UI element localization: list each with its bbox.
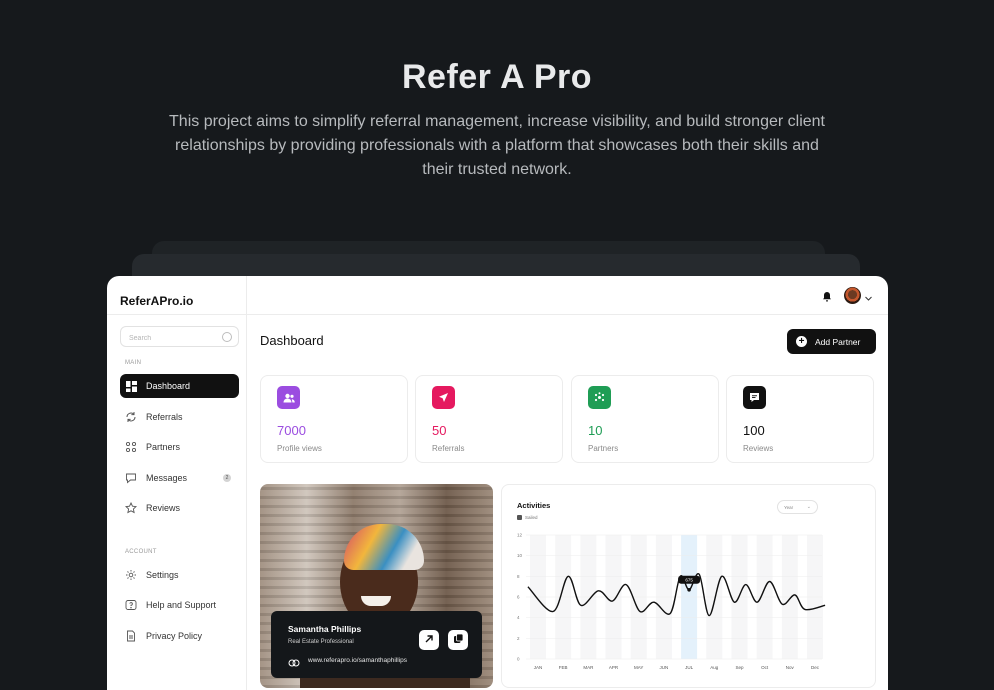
sidebar-item-label: Partners <box>146 442 181 452</box>
sidebar-item-partners[interactable]: Partners <box>120 435 239 459</box>
network-icon <box>588 386 611 409</box>
copy-icon <box>453 631 464 649</box>
y-tick-label: 10 <box>517 553 523 558</box>
x-tick-label: JAN <box>534 665 543 670</box>
chevron-down-icon[interactable] <box>864 290 873 308</box>
sidebar-item-label: Settings <box>146 570 179 580</box>
x-tick-label: FEB <box>559 665 568 670</box>
sidebar-item-help[interactable]: Help and Support <box>120 593 239 617</box>
profile-role: Real Estate Professional <box>288 639 354 645</box>
search-icon[interactable] <box>222 332 232 342</box>
profile-name: Samantha Phillips <box>288 624 362 634</box>
stat-card-partners[interactable]: 10 Partners <box>571 375 719 463</box>
sidebar-item-label: Referrals <box>146 412 183 422</box>
sidebar-item-label: Messages <box>146 473 188 483</box>
stat-value: 7000 <box>277 423 306 438</box>
sidebar-item-dashboard[interactable]: Dashboard <box>120 374 239 398</box>
star-icon <box>124 501 138 515</box>
activities-chart-card: Activities Sailed Year ⌄ 0 2 4 6 8 10 12 JAN FEB… <box>501 484 876 688</box>
sidebar-item-referrals[interactable]: Referrals <box>120 405 239 429</box>
x-tick-label: MAR <box>583 665 594 670</box>
y-tick-label: 4 <box>517 615 520 620</box>
add-partner-button[interactable]: + Add Partner <box>787 329 876 354</box>
stat-label: Partners <box>588 444 619 453</box>
hero-description: This project aims to simplify referral m… <box>169 113 825 178</box>
sidebar-item-label: Reviews <box>146 503 181 513</box>
x-tick-label: Aug <box>710 665 719 670</box>
stat-label: Referrals <box>432 444 465 453</box>
message-icon <box>743 386 766 409</box>
sidebar-item-settings[interactable]: Settings <box>120 563 239 587</box>
arrow-up-right-icon <box>424 631 434 649</box>
link-icon <box>288 655 300 667</box>
copy-link-button[interactable] <box>448 630 468 650</box>
brand-logo[interactable]: ReferAPro.io <box>120 294 193 308</box>
unread-badge: 2 <box>223 474 231 482</box>
bell-icon[interactable] <box>822 289 832 307</box>
stat-card-referrals[interactable]: 50 Referrals <box>415 375 563 463</box>
chat-icon <box>124 471 138 485</box>
sidebar-item-messages[interactable]: Messages 2 <box>120 466 239 490</box>
add-partner-label: Add Partner <box>815 336 861 347</box>
sidebar-item-label: Dashboard <box>146 381 191 391</box>
x-tick-label: Sep <box>735 665 744 670</box>
y-tick-label: 12 <box>517 533 523 538</box>
x-tick-label: JUL <box>685 665 693 670</box>
open-profile-button[interactable] <box>419 630 439 650</box>
sidebar-item-label: Help and Support <box>146 600 217 610</box>
stat-value: 50 <box>432 423 447 438</box>
sidebar-item-privacy[interactable]: Privacy Policy <box>120 624 239 648</box>
search-box <box>120 326 239 348</box>
stat-value: 10 <box>588 423 603 438</box>
x-tick-label: APR <box>609 665 619 670</box>
x-tick-label: Dec <box>811 665 820 670</box>
stat-card-reviews[interactable]: 100 Reviews <box>726 375 874 463</box>
x-tick-label: MAY <box>634 665 643 670</box>
sidebar-item-reviews[interactable]: Reviews <box>120 496 239 520</box>
x-tick-label: JUN <box>660 665 669 670</box>
highlight-point <box>687 587 691 592</box>
refresh-icon <box>124 410 138 424</box>
document-icon <box>124 629 138 643</box>
app-window: ReferAPro.io MAIN Dashboard Referrals Pa… <box>107 276 888 690</box>
stat-value: 100 <box>743 423 765 438</box>
tooltip-label: 675 <box>685 577 693 582</box>
plus-icon: + <box>796 336 807 347</box>
partners-icon <box>124 440 138 454</box>
stat-label: Profile views <box>277 444 322 453</box>
hero-title: Refer A Pro <box>401 58 593 96</box>
profile-info-panel: Samantha Phillips Real Estate Profession… <box>271 611 482 678</box>
profile-url[interactable]: www.referapro.io/samanthaphillips <box>308 657 407 664</box>
series-line-sailed <box>527 573 826 617</box>
avatar[interactable] <box>844 287 861 304</box>
send-icon <box>432 386 455 409</box>
gear-icon <box>124 568 138 582</box>
profile-photo-card: Samantha Phillips Real Estate Profession… <box>260 484 493 688</box>
y-tick-label: 8 <box>517 574 520 579</box>
users-icon <box>277 386 300 409</box>
y-tick-label: 2 <box>517 636 520 641</box>
search-input[interactable] <box>121 329 216 348</box>
sidebar-item-label: Privacy Policy <box>146 631 203 641</box>
page-title: Dashboard <box>260 333 324 348</box>
top-bar <box>247 276 888 315</box>
y-tick-label: 0 <box>517 657 520 662</box>
y-tick-label: 6 <box>517 595 520 600</box>
help-icon <box>124 598 138 612</box>
section-label-main: MAIN <box>125 360 142 366</box>
stat-card-profile-views[interactable]: 7000 Profile views <box>260 375 408 463</box>
stat-label: Reviews <box>743 444 774 453</box>
section-label-account: ACCOUNT <box>125 549 157 555</box>
sidebar: ReferAPro.io MAIN Dashboard Referrals Pa… <box>107 276 247 690</box>
x-tick-label: Oct <box>761 665 769 670</box>
activities-chart: 0 2 4 6 8 10 12 JAN FEB MAR APR MAY JUN JUL Aug Sep Oct N… <box>517 533 826 670</box>
x-tick-label: Nov <box>786 665 795 670</box>
divider <box>107 314 247 315</box>
grid-icon <box>124 379 138 393</box>
